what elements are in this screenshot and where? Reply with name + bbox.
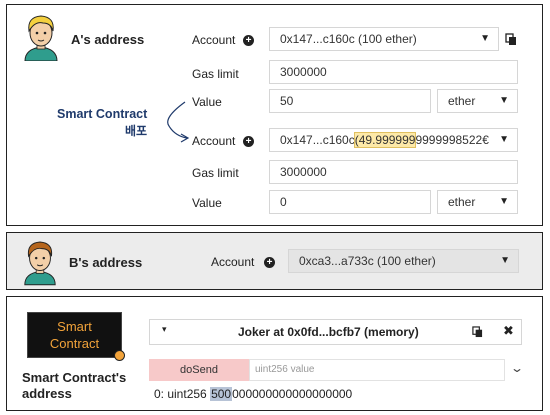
person-b-avatar-icon [24,241,56,286]
smart-contract-badge: Smart Contract [27,312,122,358]
panel-a-address: A's address Account + 0x147...c160c (100… [6,4,543,226]
chevron-down-icon: ▼ [500,255,510,266]
contract-instance-header[interactable]: ▾ Joker at 0x0fd...bcfb7 (memory) ✖ [149,319,522,345]
output-prefix: 0: uint256 [154,387,207,401]
account2-label: Account [192,134,236,148]
account2-prefix: 0x147...c160c [280,133,355,147]
chevron-down-icon: ▼ [495,129,509,151]
uint256-value-input[interactable]: uint256 value [249,359,505,381]
chevron-down-icon: ▼ [480,33,490,44]
account-select-value: 0x147...c160c (100 ether) [280,32,417,46]
panel-contract: Smart Contract Smart Contract's address … [6,296,543,411]
chevron-down-icon: ▼ [499,95,509,106]
account-select[interactable]: 0xca3...a733c (100 ether) ▼ [288,249,519,273]
panel-a-title: A's address [71,32,145,47]
account-select-value: 0xca3...a733c (100 ether) [299,254,436,268]
close-icon[interactable]: ✖ [503,323,514,339]
function-output: 0: uint256 500000000000000000000 [154,387,352,401]
plus-icon[interactable]: + [264,257,275,268]
account-label: Account [192,33,236,47]
caret-down-icon[interactable]: ▾ [162,324,167,335]
plus-icon[interactable]: + [243,35,254,46]
do-send-button[interactable]: doSend [149,359,249,381]
panel-b-title: B's address [69,255,143,270]
arrow-curve-icon [167,101,190,143]
account-label: Account [211,255,255,269]
account-select[interactable]: 0x147...c160c (100 ether) ▼ [269,27,499,51]
gas-limit-label: Gas limit [192,67,239,81]
deploy-note-line1: Smart Contract [57,107,148,121]
badge-corner-dot [114,350,125,361]
badge-line1: Smart [57,319,92,334]
output-rest: 000000000000000000 [232,387,353,401]
value2-unit-select[interactable]: ether ▼ [437,190,518,214]
balance-highlight: (49.999999 [353,132,417,148]
copy-icon[interactable] [505,33,517,46]
value-unit-select[interactable]: ether ▼ [437,89,518,113]
gas-limit2-input[interactable]: 3000000 [269,160,518,184]
value-label: Value [192,95,222,109]
copy-icon[interactable] [472,326,483,338]
plus-icon[interactable]: + [243,136,254,147]
value-input[interactable]: 50 [269,89,431,113]
value2-unit-value: ether [448,195,476,209]
value-unit-value: ether [448,94,476,108]
contract-address-title: Smart Contract's address [22,370,126,402]
contract-title-line2: address [22,386,72,401]
instance-title: Joker at 0x0fd...bcfb7 (memory) [238,325,419,339]
gas-limit-input[interactable]: 3000000 [269,60,518,84]
person-a-avatar-icon [24,15,58,61]
balance-rest: 9999998522€ [415,133,489,147]
contract-title-line1: Smart Contract's [22,370,127,385]
chevron-down-icon[interactable]: ⌄ [510,361,524,375]
deploy-note-line2: 배포 [125,124,148,138]
panel-b-address: B's address Account + 0xca3...a733c (100… [6,232,543,290]
chevron-down-icon: ▼ [499,196,509,207]
badge-line2: Contract [49,336,100,351]
value2-input[interactable]: 0 [269,190,431,214]
gas-limit2-label: Gas limit [192,166,239,180]
output-highlight: 500 [210,387,233,401]
value2-label: Value [192,196,222,210]
account2-select[interactable]: 0x147...c160c(49.9999999999998522€ ▼ [269,128,518,152]
